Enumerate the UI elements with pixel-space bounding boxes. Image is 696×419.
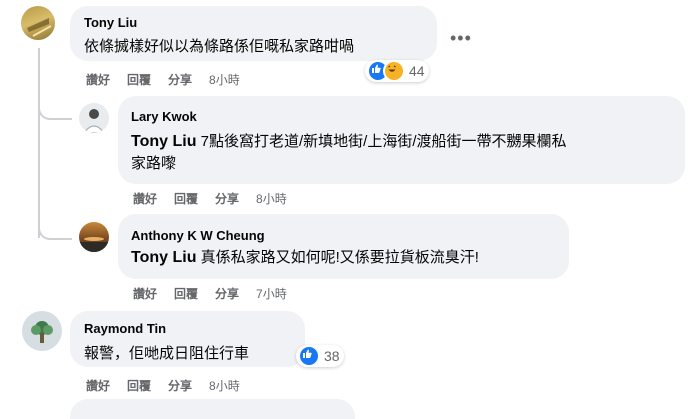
comment-text: Tony Liu 真係私家路又如何呢!又係要拉貨板流臭汗!: [131, 247, 479, 269]
reply-button[interactable]: 回覆: [174, 192, 198, 206]
reaction-summary[interactable]: 38: [296, 345, 344, 367]
comment-author[interactable]: Raymond Tin: [84, 321, 166, 336]
share-button[interactable]: 分享: [215, 287, 239, 301]
avatar-image-icon: [27, 18, 52, 37]
comment-actions: 讚好 回覆 分享 8小時: [86, 377, 257, 394]
comment-actions: 讚好 回覆 分享 7小時: [133, 285, 304, 302]
comment-actions: 讚好 回覆 分享 8小時: [133, 190, 304, 207]
reply-button[interactable]: 回覆: [127, 73, 151, 87]
comment-author[interactable]: Tony Liu: [84, 15, 137, 30]
share-button[interactable]: 分享: [168, 73, 192, 87]
comment-text: 報警，佢哋成日阻住行車: [84, 345, 250, 362]
like-button[interactable]: 讚好: [86, 73, 110, 87]
thread-curve-reply-1: [38, 96, 72, 120]
next-comment-bubble: [70, 399, 355, 419]
share-button[interactable]: 分享: [215, 192, 239, 206]
tagged-user[interactable]: Tony Liu: [131, 249, 196, 266]
timestamp[interactable]: 8小時: [209, 379, 240, 393]
avatar[interactable]: [21, 6, 55, 40]
thread-curve-reply-2: [38, 210, 72, 240]
reaction-count: 44: [409, 63, 425, 79]
haha-icon: [383, 60, 405, 82]
like-button[interactable]: 讚好: [133, 287, 157, 301]
reply-button[interactable]: 回覆: [174, 287, 198, 301]
comment-author[interactable]: Anthony K W Cheung: [131, 228, 265, 243]
reaction-count: 38: [324, 348, 340, 364]
share-button[interactable]: 分享: [168, 379, 192, 393]
comment-actions: 讚好 回覆 分享 8小時: [86, 71, 257, 88]
comment-author[interactable]: Lary Kwok: [131, 109, 197, 124]
comment-text-line2: 家路嚟: [131, 155, 177, 172]
like-button[interactable]: 讚好: [86, 379, 110, 393]
comment-text-body: 真係私家路又如何呢!又係要拉貨板流臭汗!: [200, 249, 479, 266]
more-options-icon[interactable]: •••: [450, 28, 472, 49]
avatar[interactable]: [22, 311, 62, 351]
reply-button[interactable]: 回覆: [127, 379, 151, 393]
like-icon: [298, 345, 320, 367]
timestamp[interactable]: 8小時: [256, 192, 287, 206]
avatar-image-icon: [79, 237, 109, 252]
like-button[interactable]: 讚好: [133, 192, 157, 206]
avatar[interactable]: [79, 222, 109, 252]
timestamp[interactable]: 7小時: [256, 287, 287, 301]
comment-text: 依條搣樣好似以為條路係佢嘅私家路咁喎: [84, 38, 355, 55]
avatar-image-icon: [83, 109, 105, 133]
comment-text: Tony Liu 7點後窩打老道/新填地街/上海街/渡船街一帶不嬲果欄私 家路嚟: [131, 131, 681, 175]
reaction-summary[interactable]: 44: [365, 60, 429, 82]
tagged-user[interactable]: Tony Liu: [131, 133, 196, 150]
timestamp[interactable]: 8小時: [209, 73, 240, 87]
avatar-image-icon: [31, 321, 53, 343]
avatar[interactable]: [79, 103, 109, 133]
comment-text-line1: 7點後窩打老道/新填地街/上海街/渡船街一帶不嬲果欄私: [200, 133, 567, 150]
